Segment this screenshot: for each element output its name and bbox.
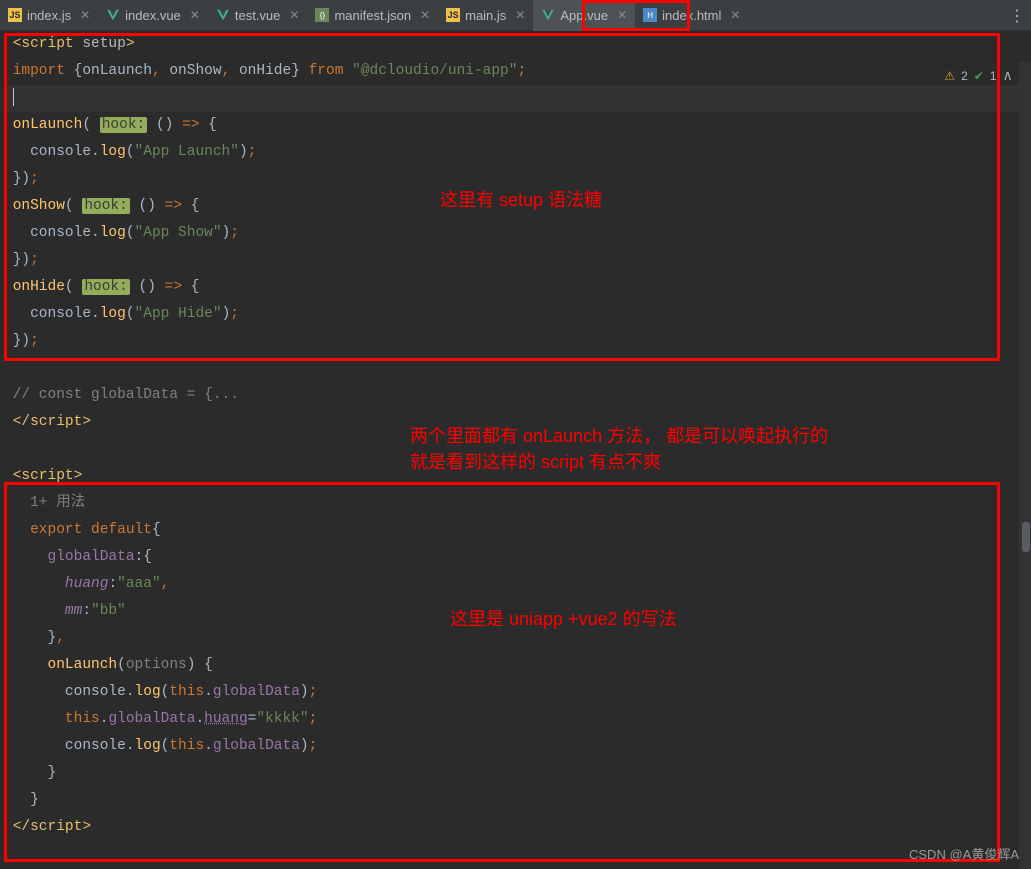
- tab-label: test.vue: [235, 8, 281, 23]
- code-line[interactable]: mm:"bb": [4, 598, 1031, 625]
- vue-icon: [216, 8, 230, 22]
- close-icon[interactable]: ✕: [420, 8, 430, 22]
- tab-index-html[interactable]: H index.html ✕: [635, 0, 748, 31]
- close-icon[interactable]: ✕: [730, 8, 740, 22]
- tab-label: index.js: [27, 8, 71, 23]
- code-line[interactable]: console.log("App Show");: [4, 220, 1031, 247]
- code-line[interactable]: onLaunch(options) {: [4, 652, 1031, 679]
- code-line-cursor[interactable]: [4, 85, 1031, 112]
- js-icon: JS: [8, 8, 22, 22]
- code-line[interactable]: huang:"aaa",: [4, 571, 1031, 598]
- close-icon[interactable]: ✕: [80, 8, 90, 22]
- html-icon: H: [643, 8, 657, 22]
- tab-index-js[interactable]: JS index.js ✕: [0, 0, 98, 31]
- script-setup-block: <script setup> import {onLaunch, onShow,…: [4, 31, 1031, 436]
- json-icon: {}: [315, 8, 329, 22]
- tab-overflow-menu[interactable]: ⋮: [1009, 0, 1025, 31]
- tab-label: App.vue: [560, 8, 608, 23]
- watermark: CSDN @A黄俊辉A: [909, 844, 1019, 863]
- close-icon[interactable]: ✕: [190, 8, 200, 22]
- code-line[interactable]: onLaunch( hook: () => {: [4, 112, 1031, 139]
- code-line[interactable]: }: [4, 787, 1031, 814]
- code-line[interactable]: console.log(this.globalData);: [4, 733, 1031, 760]
- usage-hint[interactable]: 1+ 用法: [4, 490, 1031, 517]
- code-line[interactable]: onShow( hook: () => {: [4, 193, 1031, 220]
- code-line[interactable]: });: [4, 328, 1031, 355]
- tab-app-vue[interactable]: App.vue ✕: [533, 0, 635, 31]
- tab-label: main.js: [465, 8, 506, 23]
- script-options-block: <script> 1+ 用法 export default{ globalDat…: [4, 463, 1031, 841]
- close-icon[interactable]: ✕: [617, 8, 627, 22]
- tab-label: manifest.json: [334, 8, 411, 23]
- code-editor[interactable]: ⚠ 2 ✔ 1 ∧ ∨ 💡 <script setup> import {onL…: [0, 31, 1031, 869]
- tab-bar: JS index.js ✕ index.vue ✕ test.vue ✕ {} …: [0, 0, 1031, 31]
- code-line[interactable]: });: [4, 247, 1031, 274]
- code-line[interactable]: console.log("App Launch");: [4, 139, 1031, 166]
- code-line[interactable]: console.log(this.globalData);: [4, 679, 1031, 706]
- code-line[interactable]: export default{: [4, 517, 1031, 544]
- scrollbar-track[interactable]: [1019, 62, 1031, 869]
- close-icon[interactable]: ✕: [289, 8, 299, 22]
- tab-main-js[interactable]: JS main.js ✕: [438, 0, 533, 31]
- vue-icon: [106, 8, 120, 22]
- code-line[interactable]: }: [4, 760, 1031, 787]
- scrollbar-thumb[interactable]: [1022, 522, 1030, 552]
- code-line[interactable]: import {onLaunch, onShow, onHide} from "…: [4, 58, 1031, 85]
- tab-index-vue[interactable]: index.vue ✕: [98, 0, 208, 31]
- vue-icon: [541, 8, 555, 22]
- tab-label: index.html: [662, 8, 721, 23]
- js-icon: JS: [446, 8, 460, 22]
- code-line[interactable]: console.log("App Hide");: [4, 301, 1031, 328]
- close-icon[interactable]: ✕: [515, 8, 525, 22]
- tab-test-vue[interactable]: test.vue ✕: [208, 0, 308, 31]
- tab-label: index.vue: [125, 8, 181, 23]
- tab-manifest-json[interactable]: {} manifest.json ✕: [307, 0, 438, 31]
- blank-line: [4, 436, 1031, 463]
- code-line[interactable]: });: [4, 166, 1031, 193]
- code-line[interactable]: <script>: [4, 463, 1031, 490]
- code-line[interactable]: onHide( hook: () => {: [4, 274, 1031, 301]
- code-line[interactable]: </script>: [4, 814, 1031, 841]
- code-line[interactable]: globalData:{: [4, 544, 1031, 571]
- code-line[interactable]: <script setup>: [4, 31, 1031, 58]
- code-line[interactable]: // const globalData = {...: [4, 382, 1031, 409]
- code-line[interactable]: this.globalData.huang="kkkk";: [4, 706, 1031, 733]
- code-line[interactable]: },: [4, 625, 1031, 652]
- code-line[interactable]: </script>: [4, 409, 1031, 436]
- code-line[interactable]: [4, 355, 1031, 382]
